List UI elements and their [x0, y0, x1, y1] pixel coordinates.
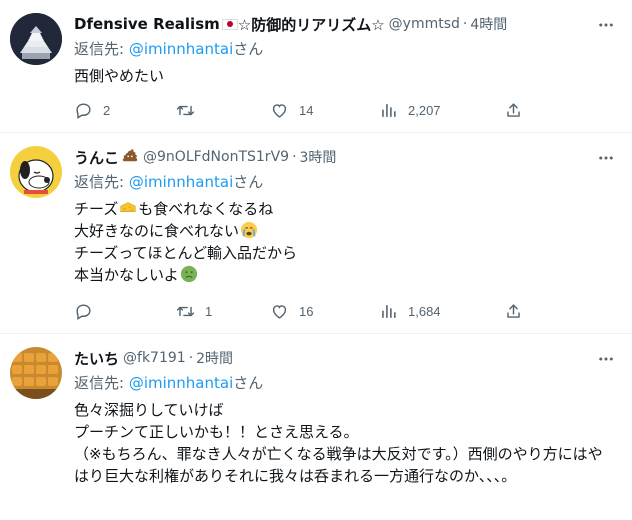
reply-context: 返信先: @iminnhantaiさん	[74, 38, 616, 60]
like-count: 14	[299, 102, 314, 118]
nauseated-face-icon	[180, 265, 198, 283]
action-bar: 2 14 2,207	[74, 98, 524, 122]
reply-suffix: さん	[233, 40, 264, 58]
tweet-3[interactable]: たいち @fk7191 · 2時間 返信先: @iminnhantaiさん 色々…	[0, 334, 632, 520]
views-button[interactable]: 2,207	[379, 101, 441, 120]
more-icon[interactable]	[596, 148, 616, 168]
cheese-icon	[119, 199, 137, 217]
reply-prefix: 返信先:	[74, 374, 129, 392]
tweet-line: チーズってほとんど輸入品だから	[74, 244, 298, 262]
retweet-icon	[176, 306, 195, 316]
crying-face-icon	[240, 221, 258, 239]
tweet-line: プーチンて正しいかも！！とさえ思える。	[74, 423, 359, 441]
avatar[interactable]	[10, 146, 62, 198]
text-segment: も食べれなくなるね	[138, 200, 274, 218]
tweet-line: チーズ も食べれなくなるね	[74, 198, 616, 220]
reply-icon	[76, 303, 91, 320]
tweet-line: 西側やめたい	[74, 67, 165, 85]
like-button[interactable]: 14	[270, 101, 313, 120]
tweet-line: （※もちろん、罪なき人々が亡くなる戦争は大反対です。）西側のやり方にはやはり巨大…	[74, 445, 603, 485]
share-button[interactable]	[504, 101, 523, 120]
views-button[interactable]: 1,684	[379, 302, 441, 321]
timestamp[interactable]: 3時間	[300, 147, 337, 167]
tweet-text: チーズ も食べれなくなるね 大好きなのに食べれない チーズってほとんど輸入品だか…	[74, 198, 616, 286]
display-name[interactable]: Dfensive Realism	[74, 15, 220, 33]
reply-mention[interactable]: @iminnhantai	[129, 374, 233, 392]
tweet-1[interactable]: Dfensive Realism ☆防御的リアリズム☆ @ymmtsd · 4時…	[0, 0, 632, 133]
text-segment: 本当かなしいよ	[74, 266, 179, 284]
like-count: 16	[299, 303, 314, 319]
like-icon	[272, 103, 287, 118]
reply-mention[interactable]: @iminnhantai	[129, 173, 233, 191]
handle[interactable]: @ymmtsd	[389, 16, 460, 32]
views-count: 2,207	[408, 102, 441, 118]
tweet-text: 西側やめたい	[74, 65, 616, 87]
tweet-header: うんこ @9nOLFdNonTS1rV9 · 3時間	[74, 146, 616, 168]
reply-icon	[76, 102, 91, 119]
retweet-button[interactable]	[176, 101, 205, 120]
separator-dot: ·	[188, 350, 194, 366]
action-bar: 1 16 1,684	[74, 299, 524, 323]
reply-mention[interactable]: @iminnhantai	[129, 40, 233, 58]
reply-context: 返信先: @iminnhantaiさん	[74, 171, 616, 193]
avatar[interactable]	[10, 13, 62, 65]
like-button[interactable]: 16	[270, 302, 313, 321]
like-icon	[272, 304, 287, 319]
reply-count: 2	[103, 102, 111, 118]
reply-button[interactable]	[74, 302, 103, 321]
tweet-text: 色々深掘りしていけば プーチンて正しいかも！！とさえ思える。 （※もちろん、罪な…	[74, 399, 616, 487]
handle[interactable]: @9nOLFdNonTS1rV9	[143, 149, 289, 165]
reply-button[interactable]: 2	[74, 101, 110, 120]
retweet-icon	[176, 105, 195, 115]
tweet-line: 色々深掘りしていけば	[74, 401, 224, 419]
tweet-2[interactable]: うんこ @9nOLFdNonTS1rV9 · 3時間 返信先: @iminnha…	[0, 133, 632, 334]
separator-dot: ·	[462, 16, 468, 32]
reply-suffix: さん	[233, 173, 264, 191]
views-icon	[382, 304, 396, 318]
more-icon[interactable]	[596, 15, 616, 35]
separator-dot: ·	[292, 149, 297, 165]
reply-suffix: さん	[233, 374, 264, 392]
reply-prefix: 返信先:	[74, 40, 129, 58]
avatar[interactable]	[10, 347, 62, 399]
display-name[interactable]: たいち	[74, 348, 119, 369]
views-icon	[382, 103, 396, 117]
reply-context: 返信先: @iminnhantaiさん	[74, 372, 616, 394]
timestamp[interactable]: 2時間	[196, 348, 233, 368]
reply-prefix: 返信先:	[74, 173, 129, 191]
share-icon	[507, 102, 520, 117]
poop-icon	[121, 146, 139, 168]
share-icon	[507, 303, 520, 318]
timestamp[interactable]: 4時間	[470, 14, 507, 34]
retweet-count: 1	[205, 303, 213, 319]
views-count: 1,684	[408, 303, 441, 319]
tweet-header: たいち @fk7191 · 2時間	[74, 347, 616, 369]
japan-flag-icon	[221, 18, 238, 30]
display-name-suffix[interactable]: ☆防御的リアリズム☆	[238, 14, 385, 35]
tweet-line: 本当かなしいよ	[74, 264, 616, 286]
text-segment: 大好きなのに食べれない	[74, 222, 240, 240]
text-segment: チーズ	[74, 200, 119, 218]
display-name[interactable]: うんこ	[74, 147, 119, 168]
share-button[interactable]	[504, 302, 523, 321]
retweet-button[interactable]: 1	[176, 302, 212, 321]
tweet-line: 大好きなのに食べれない	[74, 220, 616, 242]
tweet-header: Dfensive Realism ☆防御的リアリズム☆ @ymmtsd · 4時…	[74, 13, 616, 35]
handle[interactable]: @fk7191	[123, 350, 186, 366]
more-icon[interactable]	[596, 349, 616, 369]
